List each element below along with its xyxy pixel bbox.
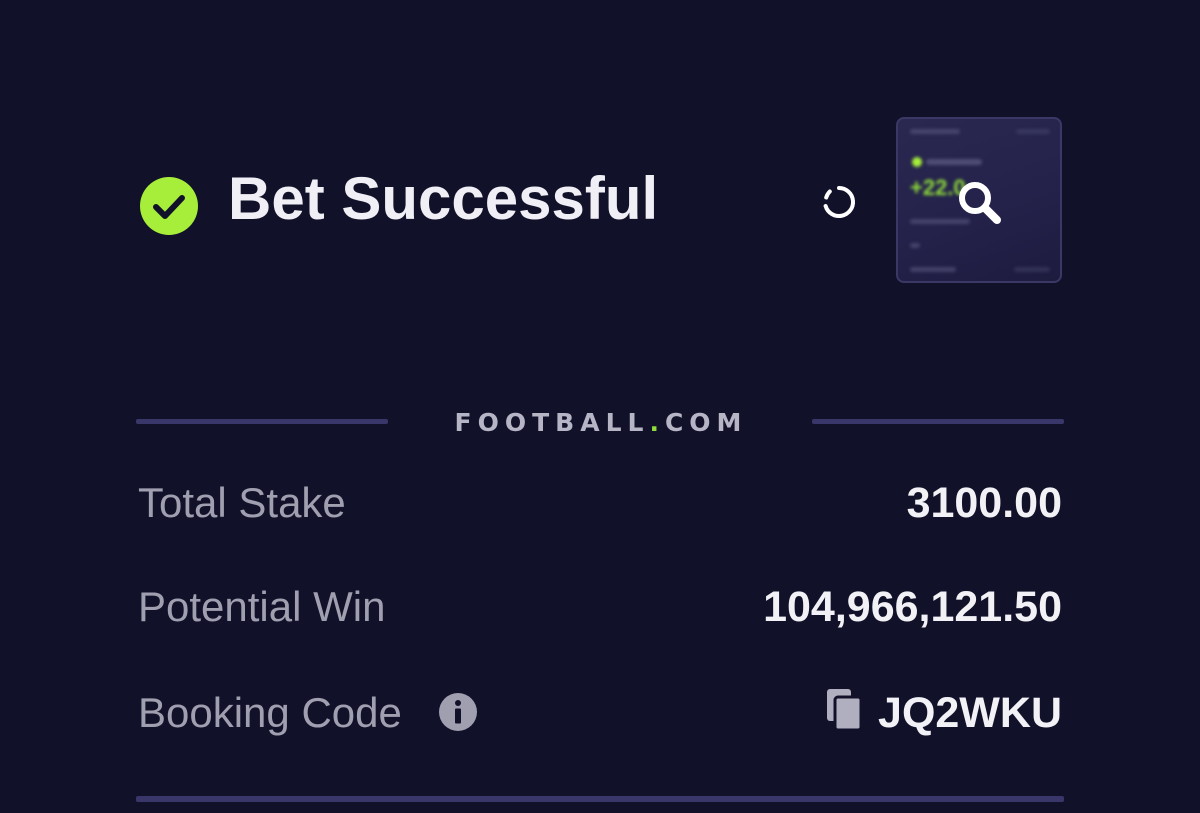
divider-right	[812, 419, 1064, 424]
ticket-preview-thumbnail[interactable]: +22.0	[896, 117, 1062, 283]
potential-win-label: Potential Win	[138, 583, 386, 630]
search-icon	[959, 182, 1001, 224]
copy-icon[interactable]	[826, 688, 864, 732]
bet-confirmation-screen: Bet Successful +22.0 FOOTBALL. COM Total …	[0, 0, 1200, 813]
potential-win-value: 104,966,121.50	[763, 583, 1062, 631]
page-title: Bet Successful	[228, 165, 659, 232]
loading-spinner-icon	[823, 186, 856, 218]
divider-left	[136, 419, 388, 424]
booking-code-label: Booking Code	[138, 689, 402, 736]
bottom-divider	[136, 796, 1064, 802]
total-stake-value: 3100.00	[906, 479, 1062, 527]
brand-logo: FOOTBALL. COM	[454, 407, 748, 437]
total-stake-label: Total Stake	[138, 479, 346, 526]
info-icon[interactable]	[438, 692, 478, 732]
check-circle-icon	[140, 177, 198, 235]
booking-code-value[interactable]: JQ2WKU	[878, 688, 1062, 738]
